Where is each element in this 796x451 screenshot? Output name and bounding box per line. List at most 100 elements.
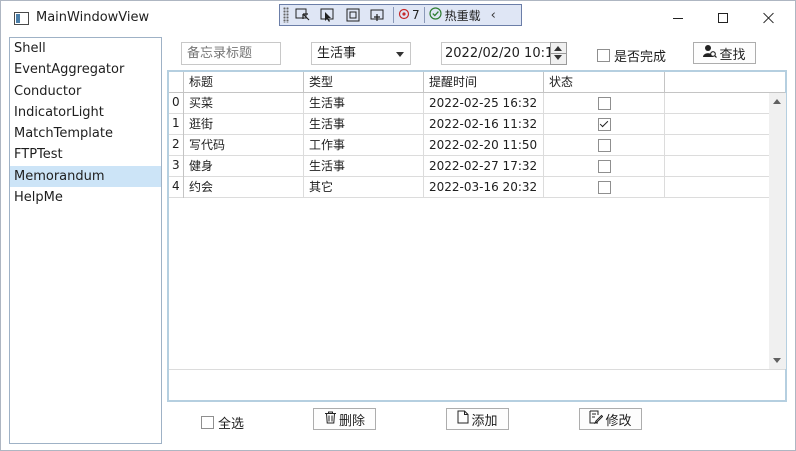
nav-item-matchtemplate[interactable]: MatchTemplate <box>10 123 161 144</box>
done-filter[interactable]: 是否完成 <box>597 46 666 65</box>
select-element-icon[interactable] <box>292 6 314 24</box>
table-row[interactable]: 4 约会 其它 2022-03-16 20:32 <box>169 177 769 198</box>
datetime-spinner[interactable] <box>550 42 567 65</box>
cell-time[interactable]: 2022-03-16 20:32 <box>424 177 544 198</box>
status-checkbox[interactable] <box>598 139 611 152</box>
title-bar[interactable]: MainWindowView 7 热重载 ‹ <box>1 1 795 35</box>
done-checkbox[interactable] <box>597 49 610 62</box>
toolbar-grip-icon[interactable] <box>283 7 289 23</box>
column-header-title[interactable]: 标题 <box>184 72 304 93</box>
cell-type[interactable]: 工作事 <box>304 135 424 156</box>
table-row[interactable]: 2 写代码 工作事 2022-02-20 11:50 <box>169 135 769 156</box>
cell-title[interactable]: 约会 <box>184 177 304 198</box>
status-checkbox[interactable] <box>598 181 611 194</box>
spin-up-icon[interactable] <box>554 46 562 51</box>
collapse-chevron-icon[interactable]: ‹ <box>491 8 496 23</box>
nav-item-memorandum[interactable]: Memorandum <box>10 165 161 188</box>
column-header-type[interactable]: 类型 <box>304 72 424 93</box>
done-label: 是否完成 <box>614 50 667 65</box>
status-checkbox[interactable] <box>598 160 611 173</box>
minimize-icon <box>673 17 683 19</box>
find-button[interactable]: 查找 <box>693 42 756 64</box>
wpf-debug-toolbar: 7 热重载 ‹ <box>279 4 522 26</box>
maximize-button[interactable] <box>700 1 746 35</box>
cell-type[interactable]: 生活事 <box>304 114 424 135</box>
type-select[interactable]: 生活事 <box>311 42 411 65</box>
scroll-up-icon[interactable] <box>773 99 781 104</box>
row-index: 0 <box>169 93 184 114</box>
user-search-icon <box>703 44 718 62</box>
cell-time[interactable]: 2022-02-16 11:32 <box>424 114 544 135</box>
column-header-status[interactable]: 状态 <box>544 72 665 93</box>
nav-item-conductor[interactable]: Conductor <box>10 81 161 102</box>
add-button[interactable]: 添加 <box>446 408 509 430</box>
close-button[interactable] <box>746 1 792 35</box>
cell-title[interactable]: 健身 <box>184 156 304 177</box>
select-all-checkbox[interactable] <box>201 416 214 429</box>
edit-button[interactable]: 修改 <box>579 408 642 430</box>
cell-time[interactable]: 2022-02-25 16:32 <box>424 93 544 114</box>
close-icon <box>763 12 775 24</box>
memo-data-grid[interactable]: 标题 类型 提醒时间 状态 0 买菜 生活事 2022-02-25 16:32 … <box>167 70 787 402</box>
add-label: 添加 <box>471 413 498 429</box>
checkmark-icon <box>599 118 609 128</box>
pointer-icon[interactable] <box>317 6 339 24</box>
window-title: MainWindowView <box>36 10 150 25</box>
column-header-time[interactable]: 提醒时间 <box>424 72 544 93</box>
cell-type[interactable]: 其它 <box>304 177 424 198</box>
title-search-input[interactable] <box>181 42 281 65</box>
grid-corner[interactable] <box>169 72 184 93</box>
row-index: 4 <box>169 177 184 198</box>
edit-label: 修改 <box>605 413 632 429</box>
cell-title[interactable]: 逛街 <box>184 114 304 135</box>
hot-reload-label: 热重载 <box>444 8 481 23</box>
hot-reload-status[interactable]: 热重载 <box>429 7 481 24</box>
select-all-label: 全选 <box>218 417 245 432</box>
trash-icon <box>324 411 337 428</box>
delete-label: 删除 <box>338 413 365 429</box>
binding-failures-indicator[interactable]: 7 <box>398 8 420 23</box>
nav-item-shell[interactable]: Shell <box>10 38 161 59</box>
status-checkbox-checked[interactable] <box>598 118 611 131</box>
main-window: MainWindowView 7 热重载 ‹ Shell EventAggreg… <box>0 0 796 451</box>
toolbar-separator <box>423 7 425 23</box>
maximize-icon <box>718 13 728 23</box>
find-label: 查找 <box>719 47 746 63</box>
memorandum-view: 生活事 2022/02/20 10:14 是否完成 查找 <box>163 37 789 444</box>
cell-time[interactable]: 2022-02-27 17:32 <box>424 156 544 177</box>
table-row[interactable]: 1 逛街 生活事 2022-02-16 11:32 <box>169 114 769 135</box>
grid-header: 标题 类型 提醒时间 状态 <box>169 72 785 93</box>
cell-type[interactable]: 生活事 <box>304 93 424 114</box>
toolbar-separator <box>393 7 394 23</box>
track-focus-icon[interactable] <box>367 6 389 24</box>
nav-item-eventaggregator[interactable]: EventAggregator <box>10 59 161 80</box>
nav-item-ftptest[interactable]: FTPTest <box>10 144 161 165</box>
app-icon <box>14 12 29 25</box>
scroll-down-icon[interactable] <box>773 358 781 363</box>
layout-adorner-icon[interactable] <box>342 6 364 24</box>
nav-item-helpme[interactable]: HelpMe <box>10 187 161 208</box>
nav-item-indicatorlight[interactable]: IndicatorLight <box>10 102 161 123</box>
cell-title[interactable]: 买菜 <box>184 93 304 114</box>
check-circle-icon <box>429 7 442 23</box>
navigation-list[interactable]: Shell EventAggregator Conductor Indicato… <box>9 37 162 444</box>
minimize-button[interactable] <box>655 1 701 35</box>
cell-type[interactable]: 生活事 <box>304 156 424 177</box>
row-index: 1 <box>169 114 184 135</box>
edit-document-icon <box>589 410 604 428</box>
spin-down-icon[interactable] <box>554 55 562 60</box>
cell-title[interactable]: 写代码 <box>184 135 304 156</box>
table-row[interactable]: 0 买菜 生活事 2022-02-25 16:32 <box>169 93 769 114</box>
spinner-divider <box>551 53 566 54</box>
reminder-datetime-input[interactable]: 2022/02/20 10:14 <box>441 42 567 65</box>
cell-time[interactable]: 2022-02-20 11:50 <box>424 135 544 156</box>
new-file-icon <box>457 410 469 428</box>
select-all-toggle[interactable]: 全选 <box>201 413 244 432</box>
vertical-scrollbar[interactable] <box>769 93 786 369</box>
type-select-value: 生活事 <box>317 46 357 61</box>
status-checkbox[interactable] <box>598 97 611 110</box>
chevron-down-icon <box>396 52 404 57</box>
table-row[interactable]: 3 健身 生活事 2022-02-27 17:32 <box>169 156 769 177</box>
delete-button[interactable]: 删除 <box>313 408 376 430</box>
grid-body: 标题 类型 提醒时间 状态 0 买菜 生活事 2022-02-25 16:32 … <box>169 72 786 400</box>
